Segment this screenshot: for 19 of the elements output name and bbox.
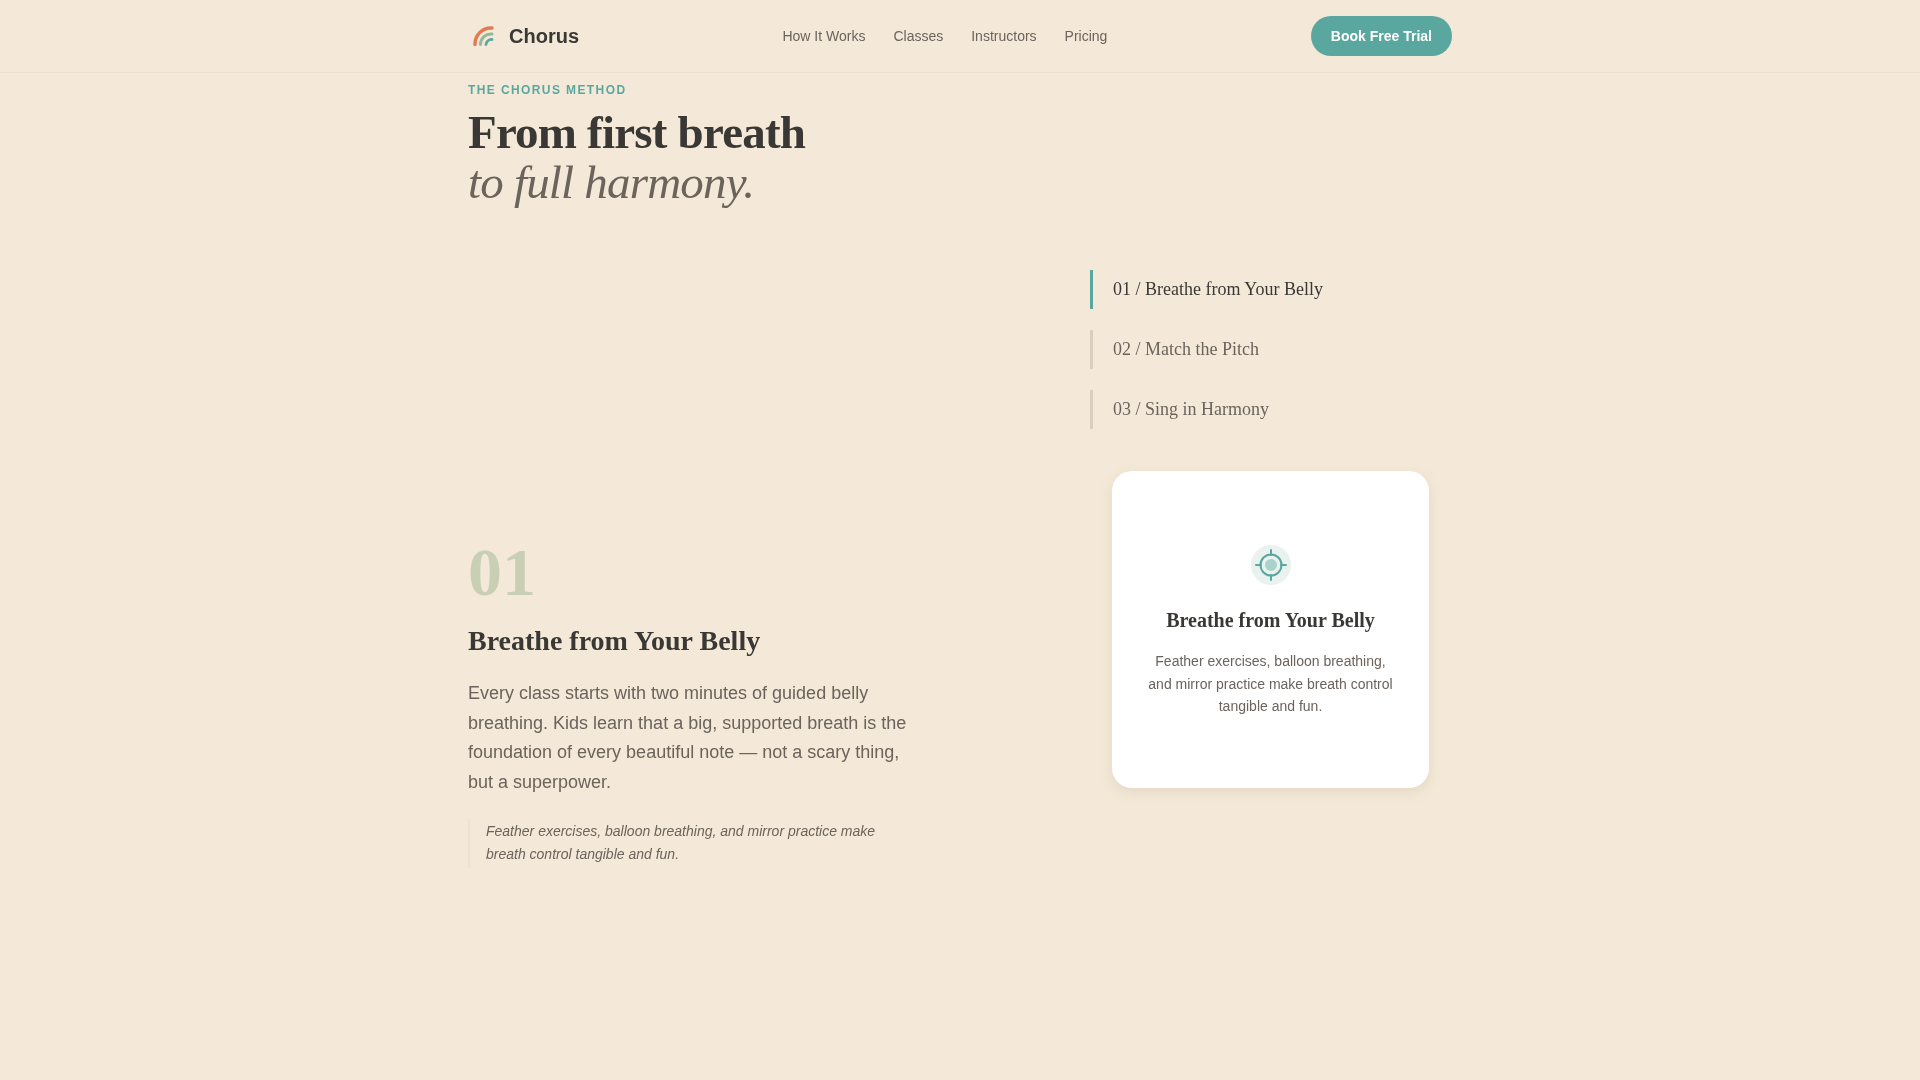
card-text: Feather exercises, balloon breathing, and mirror practice make breath control tangible and fun. <box>1147 652 1394 717</box>
step-quote: Feather exercises, balloon breathing, and mirror practice make breath control tangible and fun. <box>468 819 918 868</box>
crosshair-icon <box>1250 545 1291 586</box>
brand-name: Chorus <box>509 24 579 48</box>
hero-subtitle: to full harmony. <box>468 157 755 207</box>
step-title: Breathe from Your Belly <box>468 624 761 658</box>
step-tab[interactable]: 02 / Match the Pitch <box>1090 330 1259 369</box>
nav-link[interactable]: Classes <box>893 28 944 44</box>
nav-link[interactable]: How It Works <box>782 28 866 44</box>
rainbow-logo-icon <box>473 26 495 46</box>
section-eyebrow: THE CHORUS METHOD <box>468 82 627 98</box>
hero-title: From first breath <box>468 107 806 157</box>
nav-link[interactable]: Pricing <box>1064 28 1108 44</box>
step-tab[interactable]: 01 / Breathe from Your Belly <box>1090 270 1323 309</box>
nav-link[interactable]: Instructors <box>971 28 1037 44</box>
step-description: Every class starts with two minutes of guided belly breathing. Kids learn that a big, supported breath is the foundation of every beautiful note — not a scary thing, but a superpower. <box>468 682 908 794</box>
card-title: Breathe from Your Belly <box>1166 608 1375 634</box>
step-tab[interactable]: 03 / Sing in Harmony <box>1090 390 1269 429</box>
book-trial-button[interactable]: Book Free Trial <box>1310 16 1452 56</box>
